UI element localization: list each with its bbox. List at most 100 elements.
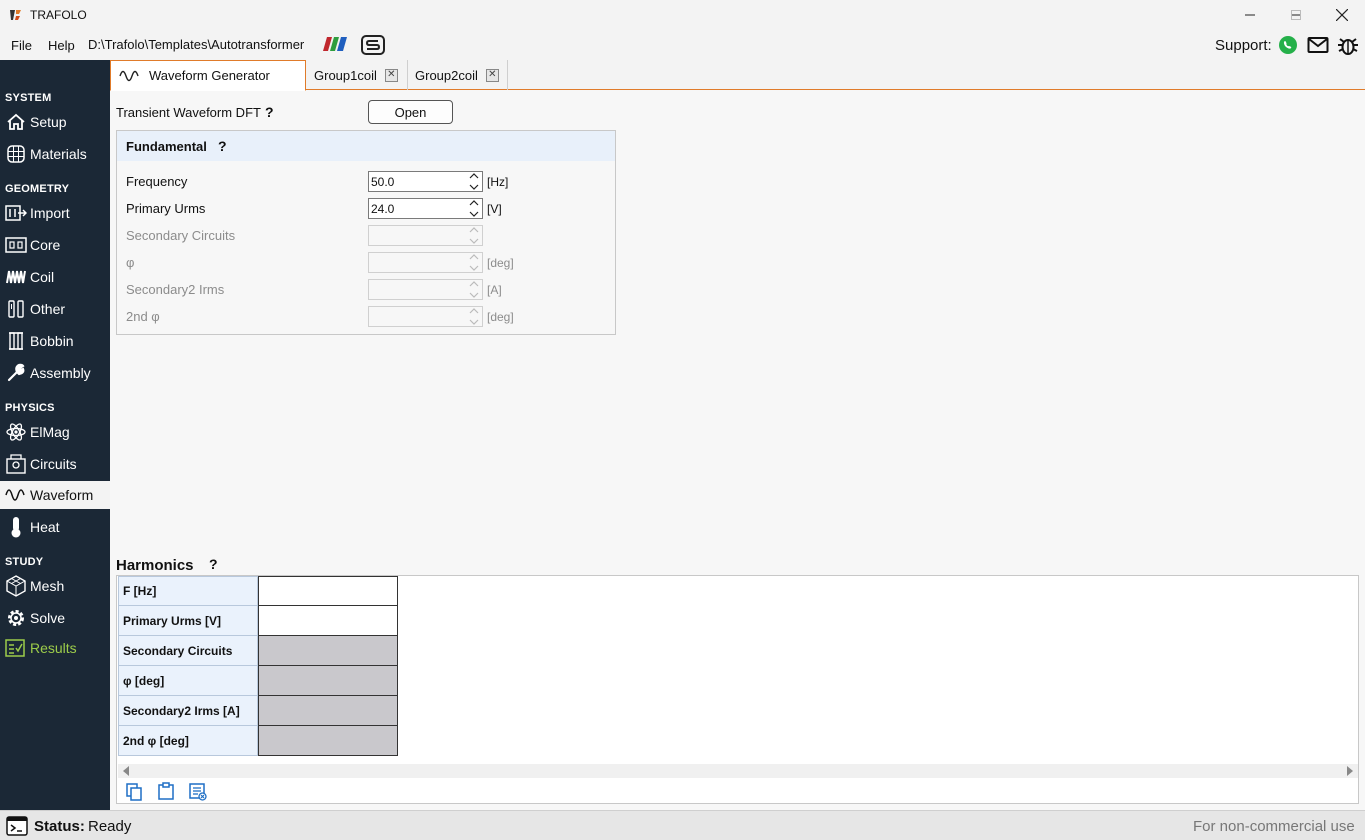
secondary2-irms-label: Secondary2 Irms: [126, 282, 225, 297]
gear-icon: [5, 607, 27, 629]
bug-report-icon[interactable]: [1337, 34, 1359, 56]
scroll-left-icon[interactable]: [122, 766, 130, 776]
dft-help-icon[interactable]: ?: [265, 104, 274, 120]
sine-wave-icon: [119, 70, 139, 81]
sidebar-item-label: Materials: [30, 146, 87, 162]
second-phi-label: 2nd φ: [126, 309, 160, 324]
secondary2-irms-unit: [A]: [487, 283, 502, 297]
sidebar-item-assembly[interactable]: Assembly: [0, 359, 110, 387]
script-icon[interactable]: [360, 34, 386, 56]
sidebar-item-label: ElMag: [30, 424, 70, 440]
primary-urms-unit: [V]: [487, 202, 502, 216]
open-dft-button[interactable]: Open: [368, 100, 453, 124]
fundamental-title: Fundamental: [126, 139, 207, 154]
phi-input: [368, 252, 483, 273]
table-cell: [258, 726, 398, 756]
row-header: Secondary Circuits: [118, 636, 258, 666]
close-tab-icon[interactable]: ✕: [485, 68, 499, 82]
section-system: SYSTEM: [5, 92, 52, 104]
sidebar-item-label: Assembly: [30, 365, 91, 381]
mail-icon[interactable]: [1307, 35, 1329, 55]
second-phi-input: [368, 306, 483, 327]
bobbin-icon: [5, 330, 27, 352]
fundamental-help-icon[interactable]: ?: [218, 138, 227, 154]
terminal-icon[interactable]: [6, 816, 28, 836]
frequency-input[interactable]: 50.0: [368, 171, 483, 192]
frequency-label: Frequency: [126, 174, 188, 189]
section-physics: PHYSICS: [5, 402, 55, 414]
sidebar-item-label: Setup: [30, 114, 67, 130]
harmonics-table: F [Hz] Primary Urms [V] Secondary Circui…: [116, 575, 1359, 804]
scroll-right-icon[interactable]: [1346, 766, 1354, 776]
sidebar-item-label: Other: [30, 301, 66, 317]
atom-icon: [5, 421, 27, 443]
title-bar: TRAFOLO: [0, 0, 1365, 30]
spin-arrows-icon[interactable]: [468, 173, 480, 190]
paste-icon[interactable]: [157, 782, 175, 800]
horizontal-scrollbar[interactable]: [118, 764, 1358, 778]
paraview-icon[interactable]: [323, 35, 349, 53]
project-path: D:\Trafolo\Templates\Autotransformer: [88, 37, 305, 52]
secondary-circuits-input: [368, 225, 483, 246]
table-row: F [Hz]: [118, 576, 398, 606]
sidebar-item-other[interactable]: Other: [0, 295, 110, 323]
primary-urms-input[interactable]: 24.0: [368, 198, 483, 219]
sidebar-item-label: Coil: [30, 269, 55, 285]
mesh-cube-icon: [5, 575, 27, 597]
status-value: Ready: [88, 818, 132, 835]
sidebar-item-circuits[interactable]: Circuits: [0, 450, 110, 478]
table-row: Secondary Circuits: [118, 636, 398, 666]
harmonics-help-icon[interactable]: ?: [209, 556, 218, 572]
copy-icon[interactable]: [125, 783, 143, 801]
support-label: Support:: [1215, 37, 1272, 54]
sidebar-item-results[interactable]: Results: [0, 634, 110, 662]
license-notice: For non-commercial use: [1193, 818, 1355, 835]
menu-file[interactable]: File: [11, 38, 32, 53]
secondary2-irms-input: [368, 279, 483, 300]
tab-group2coil[interactable]: Group2coil ✕: [408, 60, 508, 90]
row-header: F [Hz]: [118, 576, 258, 606]
sidebar-item-elmag[interactable]: ElMag: [0, 418, 110, 446]
table-cell: [258, 696, 398, 726]
close-tab-icon[interactable]: ✕: [384, 68, 398, 82]
sidebar-item-label: Heat: [30, 519, 60, 535]
sidebar-item-setup[interactable]: Setup: [0, 108, 110, 136]
sine-wave-icon: [5, 484, 27, 506]
tab-bar: Waveform Generator Group1coil ✕ Group2co…: [110, 60, 1365, 91]
sidebar-item-solve[interactable]: Solve: [0, 604, 110, 632]
sidebar-item-materials[interactable]: Materials: [0, 140, 110, 168]
table-cell[interactable]: [258, 576, 398, 606]
minimize-window-button[interactable]: [1227, 0, 1273, 30]
menu-bar: File Help D:\Trafolo\Templates\Autotrans…: [0, 30, 1365, 60]
sidebar-item-label: Mesh: [30, 578, 65, 594]
maximize-window-button[interactable]: [1273, 0, 1319, 30]
tab-waveform-generator[interactable]: Waveform Generator: [110, 60, 306, 91]
sidebar: SYSTEM Setup Materials GEOMETRY Import C…: [0, 60, 110, 810]
minimize-window-icon: [1245, 14, 1255, 16]
window-title: TRAFOLO: [30, 8, 87, 22]
table-cell[interactable]: [258, 606, 398, 636]
sidebar-item-heat[interactable]: Heat: [0, 513, 110, 541]
sidebar-item-label: Import: [30, 205, 70, 221]
sidebar-item-core[interactable]: Core: [0, 231, 110, 259]
row-header: φ [deg]: [118, 666, 258, 696]
sidebar-item-coil[interactable]: Coil: [0, 263, 110, 291]
section-geometry: GEOMETRY: [5, 183, 70, 195]
sidebar-item-bobbin[interactable]: Bobbin: [0, 327, 110, 355]
sidebar-item-import[interactable]: Import: [0, 199, 110, 227]
tab-group1coil[interactable]: Group1coil ✕: [306, 60, 408, 90]
primary-urms-label: Primary Urms: [126, 201, 206, 216]
table-row: Secondary2 Irms [A]: [118, 696, 398, 726]
menu-help[interactable]: Help: [48, 38, 75, 53]
sidebar-item-mesh[interactable]: Mesh: [0, 572, 110, 600]
dft-label: Transient Waveform DFT: [116, 105, 261, 120]
spin-arrows-icon[interactable]: [468, 200, 480, 217]
whatsapp-icon[interactable]: [1278, 35, 1298, 55]
sidebar-item-label: Waveform: [30, 487, 94, 503]
maximize-icon: [1291, 10, 1301, 20]
sidebar-item-waveform[interactable]: Waveform: [0, 481, 110, 509]
clear-table-icon[interactable]: [189, 783, 207, 801]
spin-arrows-icon: [468, 281, 480, 298]
close-window-button[interactable]: [1319, 0, 1365, 30]
app-logo-icon: [10, 10, 21, 20]
